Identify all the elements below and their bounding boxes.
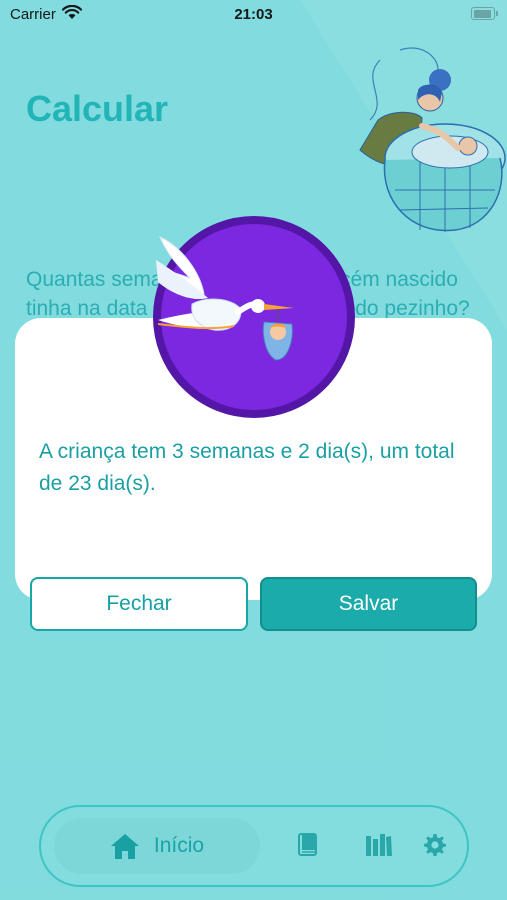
tab-home-label: Início	[153, 834, 205, 857]
save-button[interactable]: Salvar	[260, 577, 477, 631]
book-icon[interactable]	[298, 833, 318, 857]
tab-home[interactable]: Início	[54, 818, 260, 874]
tab-bar: Início	[39, 805, 469, 887]
home-icon	[110, 834, 139, 859]
library-icon[interactable]	[365, 833, 393, 857]
result-message: A criança tem 3 semanas e 2 dia(s), um t…	[39, 440, 455, 495]
gear-icon[interactable]	[422, 833, 446, 857]
stork-icon	[156, 236, 294, 361]
close-button[interactable]: Fechar	[30, 577, 248, 631]
